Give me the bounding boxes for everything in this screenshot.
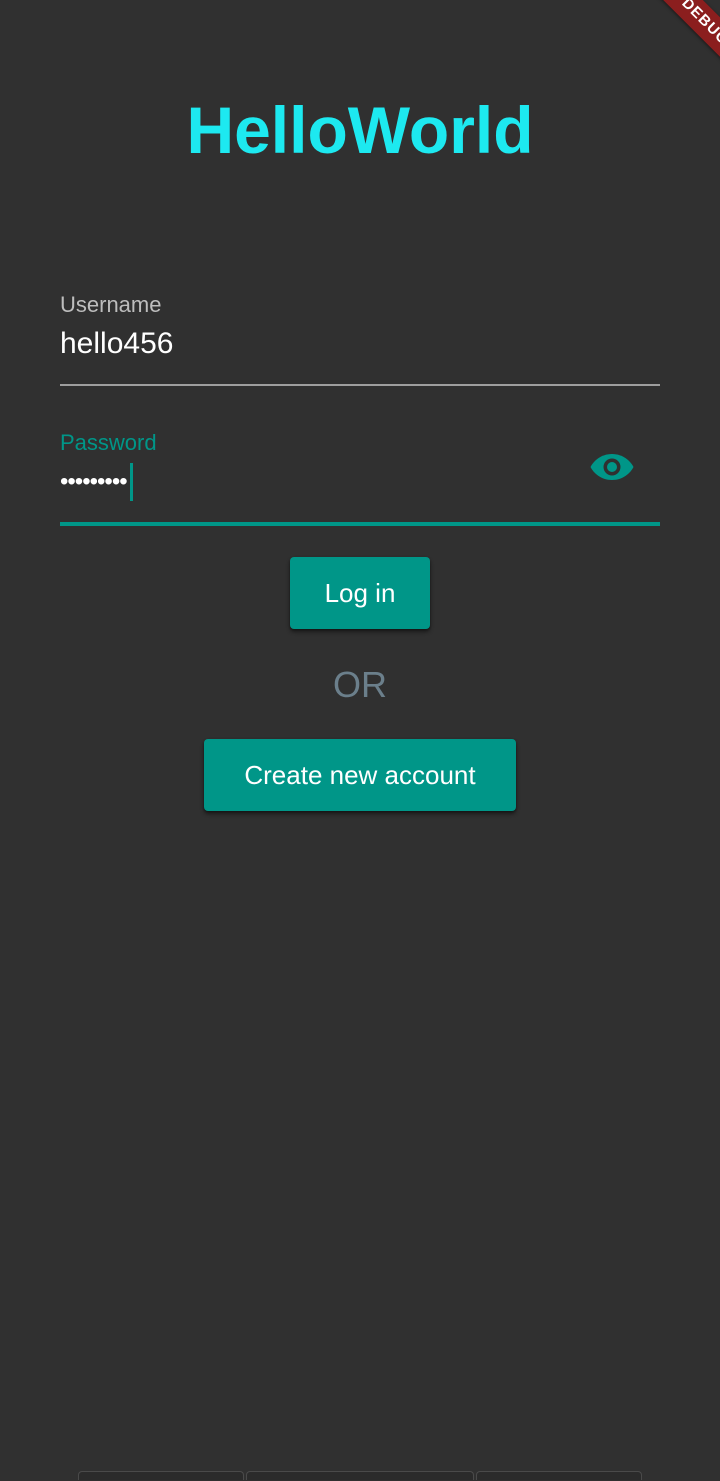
password-visibility-toggle[interactable] (587, 446, 637, 488)
password-underline (60, 522, 660, 526)
bottom-tab-3[interactable] (476, 1471, 642, 1480)
or-divider: OR (333, 664, 387, 705)
bottom-tab-2[interactable] (246, 1471, 474, 1480)
debug-banner: DEBUG (642, 0, 720, 85)
login-button[interactable]: Log in (290, 557, 430, 629)
bottom-tab-1[interactable] (78, 1471, 244, 1480)
password-masked-value: ••••••••• (60, 468, 128, 495)
app-title: HelloWorld (186, 93, 534, 167)
username-input[interactable]: hello456 (60, 326, 173, 362)
username-field[interactable]: Username hello456 (60, 290, 660, 390)
create-account-button[interactable]: Create new account (204, 739, 516, 811)
bottom-tab-bar (78, 1471, 642, 1481)
text-cursor (129, 463, 133, 501)
username-label: Username (60, 292, 162, 317)
eye-icon (590, 454, 634, 480)
password-field[interactable]: Password ••••••••• (60, 428, 660, 528)
password-input[interactable]: ••••••••• (60, 462, 133, 502)
password-label: Password (60, 430, 157, 455)
username-underline (60, 384, 660, 386)
